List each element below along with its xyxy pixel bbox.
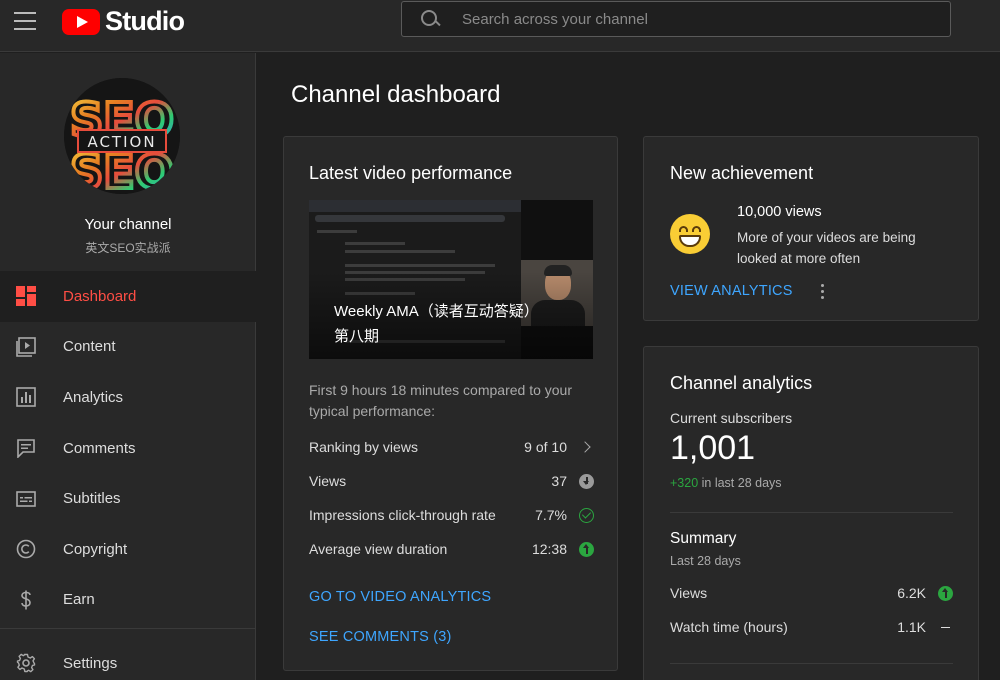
more-options-icon[interactable] (820, 284, 826, 300)
dash-icon (938, 620, 953, 635)
card-title: Channel analytics (670, 373, 813, 393)
chevron-right-icon (579, 440, 594, 455)
settings-gear-icon (16, 653, 36, 673)
top-bar: Studio (0, 0, 1000, 52)
metric-label: Ranking by views (309, 439, 418, 455)
summary-period: Last 28 days (670, 554, 741, 568)
metric-views-row: Views 37 (309, 471, 594, 491)
copyright-icon (16, 539, 36, 559)
sidebar-item-label: Content (63, 338, 116, 356)
page-title: Channel dashboard (291, 81, 501, 108)
sidebar-item-comments[interactable]: Comments (0, 423, 256, 474)
card-title: New achievement (670, 163, 814, 183)
sidebar-item-label: Copyright (63, 540, 128, 558)
card-title: Latest video performance (309, 163, 513, 183)
divider (670, 663, 953, 664)
metric-label: Views (309, 473, 347, 489)
comments-icon (16, 438, 36, 460)
comparison-note: First 9 hours 18 minutes compared to you… (309, 382, 573, 419)
sidebar-item-subtitles[interactable]: Subtitles (0, 473, 256, 524)
search-bar[interactable] (401, 1, 951, 37)
sidebar-item-analytics[interactable]: Analytics (0, 372, 256, 423)
subscribers-label: Current subscribers (670, 410, 793, 426)
growth-value: +320 (670, 476, 699, 490)
divider (670, 512, 953, 513)
sidebar-item-label: Comments (63, 439, 136, 457)
sidebar-item-copyright[interactable]: Copyright (0, 524, 256, 575)
go-to-video-analytics-link[interactable]: GO TO VIDEO ANALYTICS (309, 589, 491, 605)
summary-value: 6.2K (897, 585, 926, 601)
analytics-icon (16, 387, 36, 408)
channel-avatar[interactable]: SEO SEO ACTION (64, 78, 180, 194)
metric-label: Impressions click-through rate (309, 507, 496, 523)
youtube-logo-icon (62, 8, 100, 35)
arrow-down-icon (579, 473, 594, 489)
metric-label: Average view duration (309, 541, 448, 557)
logo-text: Studio (105, 6, 185, 36)
summary-value: 1.1K (897, 619, 926, 635)
sidebar-item-content[interactable]: Content (0, 322, 256, 373)
sidebar-item-dashboard[interactable]: Dashboard (0, 271, 256, 322)
sidebar-item-label: Subtitles (63, 490, 121, 508)
svg-text:ACTION: ACTION (87, 133, 156, 151)
studio-logo[interactable]: Studio (62, 6, 185, 37)
sidebar-item-label: Earn (63, 591, 95, 609)
metric-ctr-row: Impressions click-through rate 7.7% (309, 505, 594, 525)
latest-video-card: Latest video performance Weekly AMA（读者互动… (283, 136, 618, 671)
arrow-up-icon (579, 541, 594, 557)
seo-action-logo-icon: SEO SEO ACTION (64, 78, 180, 194)
achievement-card: New achievement 10,000 views More of you… (643, 136, 979, 321)
achievement-headline: 10,000 views (737, 204, 822, 220)
sidebar-item-label: Analytics (63, 388, 124, 406)
video-title-line-2: 第八期 (334, 328, 380, 345)
see-comments-link[interactable]: SEE COMMENTS (3) (309, 629, 452, 645)
search-icon[interactable] (420, 9, 440, 29)
sidebar-item-settings[interactable]: Settings (0, 638, 256, 680)
subscriber-count: 1,001 (670, 429, 756, 467)
sidebar-item-label: Settings (63, 654, 118, 672)
menu-icon[interactable] (14, 10, 36, 32)
check-circle-icon (579, 507, 594, 523)
metric-value: 9 of 10 (524, 439, 567, 455)
content-icon (16, 337, 36, 357)
sidebar: SEO SEO ACTION Your channel 英文SEO实战派 Das… (0, 53, 256, 680)
sidebar-divider (0, 628, 256, 629)
video-thumbnail[interactable]: Weekly AMA（读者互动答疑） 第八期 (309, 200, 593, 359)
summary-label: Watch time (hours) (670, 619, 788, 635)
metric-value: 37 (551, 473, 567, 489)
video-title: Weekly AMA（读者互动答疑） 第八期 (334, 299, 564, 349)
metric-ranking-row[interactable]: Ranking by views 9 of 10 (309, 437, 594, 457)
summary-label: Views (670, 585, 708, 601)
metric-value: 12:38 (531, 541, 567, 557)
search-input[interactable] (462, 10, 950, 28)
sidebar-item-label: Dashboard (63, 287, 137, 305)
sidebar-nav: Dashboard Content Analytics Comments Sub… (0, 271, 256, 625)
summary-views-row: Views 6.2K (670, 583, 953, 603)
main-content: Channel dashboard Latest video performan… (257, 53, 1000, 680)
subscriber-growth: +320 in last 28 days (670, 476, 782, 490)
subtitles-icon (16, 489, 36, 509)
summary-title: Summary (670, 530, 737, 547)
sidebar-item-earn[interactable]: Earn (0, 575, 256, 626)
metric-value: 7.7% (535, 507, 567, 523)
earn-icon (16, 590, 36, 610)
channel-name: 英文SEO实战派 (85, 241, 171, 255)
channel-title: Your channel (84, 216, 172, 233)
view-analytics-link[interactable]: VIEW ANALYTICS (670, 283, 793, 299)
video-title-line-1: Weekly AMA（读者互动答疑） (334, 303, 539, 320)
dashboard-icon (16, 286, 36, 307)
channel-analytics-card: Channel analytics Current subscribers 1,… (643, 346, 979, 680)
achievement-text: More of your videos are being looked at … (737, 230, 916, 266)
metric-avd-row: Average view duration 12:38 (309, 539, 594, 559)
summary-watch-time-row: Watch time (hours) 1.1K (670, 617, 953, 637)
grinning-face-icon (670, 214, 710, 254)
arrow-up-icon (938, 585, 953, 601)
growth-period: in last 28 days (698, 476, 782, 490)
